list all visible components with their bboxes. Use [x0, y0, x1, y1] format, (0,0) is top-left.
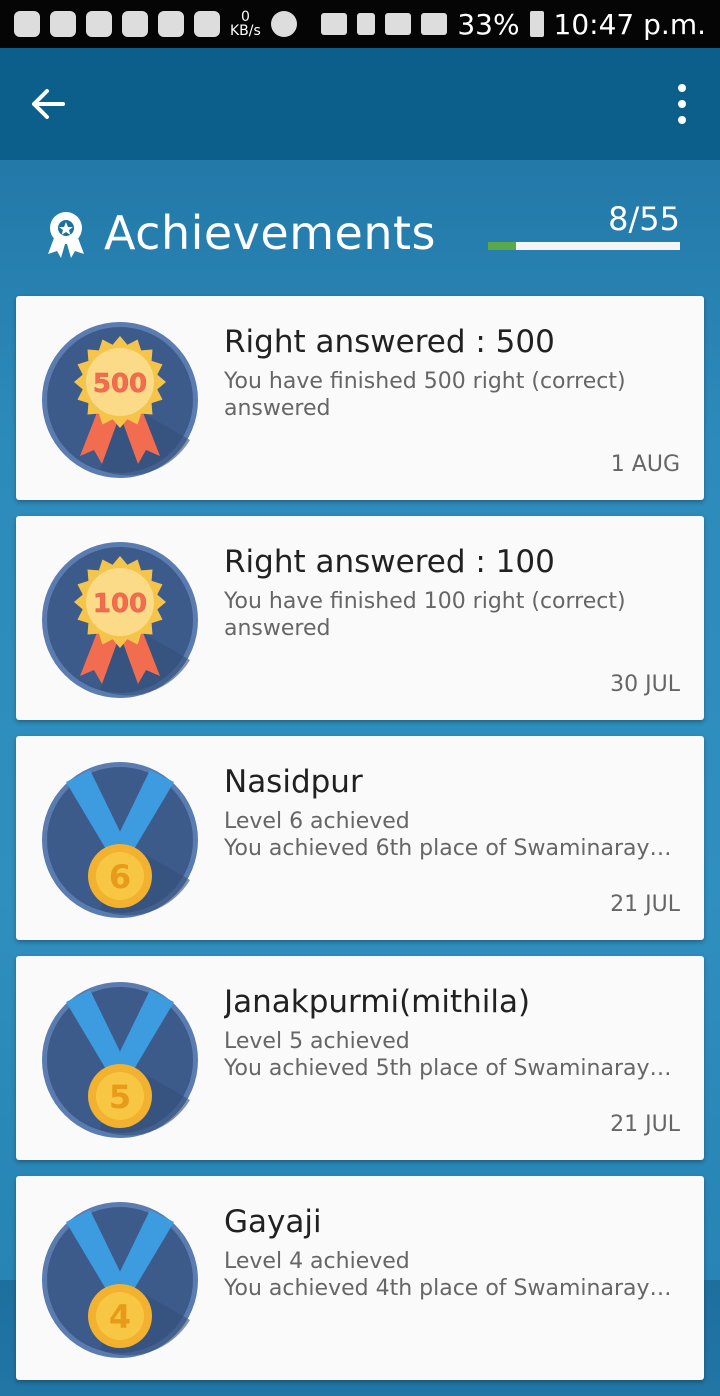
notification-icons: 0 KB/s	[14, 10, 297, 38]
achievement-card[interactable]: 6 Nasidpur Level 6 achieved You achieved…	[16, 736, 704, 940]
badge-graphic: 500	[42, 322, 198, 478]
progress-count: 8/55	[608, 200, 680, 238]
achievement-card[interactable]: 100 Right answered : 100 You have finish…	[16, 516, 704, 720]
achievement-title: Gayaji	[224, 1204, 322, 1240]
m-icon	[194, 11, 220, 37]
badge-graphic: 6	[42, 762, 198, 918]
system-status: 33% 10:47 p.m.	[321, 8, 706, 41]
achievement-description: You have finished 100 right (correct) an…	[224, 588, 684, 642]
rosette-500-icon: 500	[40, 320, 200, 480]
app-notification-icon	[86, 11, 112, 37]
app-notification-icon-2	[158, 11, 184, 37]
wifi-icon	[321, 13, 348, 35]
battery-percent: 33%	[457, 7, 520, 41]
more-vert-icon	[678, 84, 686, 92]
badge-text: 4	[109, 1298, 131, 1336]
description-line-2: You achieved 6th place of Swaminarayan…	[224, 836, 684, 861]
achievement-title: Right answered : 500	[224, 324, 555, 360]
achievement-date: 30 JUL	[610, 672, 680, 697]
achievement-date: 21 JUL	[610, 1112, 680, 1137]
facebook-icon	[50, 11, 76, 37]
achievement-card[interactable]: 500 Right answered : 500 You have finish…	[16, 296, 704, 500]
description-line-2: You achieved 4th place of Swaminarayan…	[224, 1276, 684, 1301]
badge-text: 6	[109, 858, 131, 896]
description-line-1: Level 5 achieved	[224, 1029, 410, 1054]
achievement-date: 21 JUL	[610, 892, 680, 917]
signal-icon-2	[421, 13, 448, 35]
back-button[interactable]	[18, 78, 78, 130]
achievement-description: You have finished 500 right (correct) an…	[224, 368, 684, 422]
medal-5-icon: 5	[40, 980, 200, 1140]
fan-icon	[270, 11, 297, 37]
overflow-menu-button[interactable]	[668, 84, 696, 124]
achievement-list[interactable]: 500 Right answered : 500 You have finish…	[16, 296, 704, 1396]
battery-icon	[529, 11, 544, 37]
badge-text: 100	[93, 589, 147, 619]
description-line-1: Level 6 achieved	[224, 809, 410, 834]
badge-graphic: 100	[42, 542, 198, 698]
badge-graphic: 5	[42, 982, 198, 1138]
net-speed: 0 KB/s	[230, 9, 261, 39]
achievement-description: Level 4 achieved You achieved 4th place …	[224, 1248, 684, 1302]
description-line-1: You have finished 100 right (correct)	[224, 589, 626, 614]
achievement-title: Right answered : 100	[224, 544, 555, 580]
tag-icon	[122, 11, 148, 37]
message-icon	[14, 11, 40, 37]
achievement-description: Level 6 achieved You achieved 6th place …	[224, 808, 684, 862]
award-ribbon-icon	[48, 212, 84, 258]
achievement-title: Janakpurmi(mithila)	[224, 984, 531, 1020]
achievement-date: 1 AUG	[610, 452, 680, 477]
arrow-back-icon	[32, 89, 65, 119]
description-line-2: You achieved 5th place of Swaminarayan…	[224, 1056, 684, 1081]
progress-bar	[488, 242, 680, 250]
badge-text: 500	[93, 369, 147, 399]
sim-icon	[357, 13, 376, 35]
clock: 10:47 p.m.	[553, 7, 706, 41]
medal-4-icon: 4	[40, 1200, 200, 1360]
status-bar: 0 KB/s 33% 10:47 p.m.	[0, 0, 720, 48]
achievements-header: Achievements 8/55	[0, 160, 720, 300]
description-line-1: You have finished 500 right (correct)	[224, 369, 626, 394]
progress-fill	[488, 242, 516, 250]
badge-text: 5	[109, 1078, 131, 1116]
app-bar	[0, 48, 720, 160]
achievement-card[interactable]: 4 Gayaji Level 4 achieved You achieved 4…	[16, 1176, 704, 1380]
description-line-2: answered	[224, 616, 331, 641]
medal-6-icon: 6	[40, 760, 200, 920]
achievement-title: Nasidpur	[224, 764, 363, 800]
signal-icon	[385, 13, 412, 35]
description-line-2: answered	[224, 396, 331, 421]
description-line-1: Level 4 achieved	[224, 1249, 410, 1274]
achievement-card[interactable]: 5 Janakpurmi(mithila) Level 5 achieved Y…	[16, 956, 704, 1160]
page-title: Achievements	[104, 206, 436, 260]
badge-graphic: 4	[42, 1202, 198, 1358]
rosette-100-icon: 100	[40, 540, 200, 700]
achievement-description: Level 5 achieved You achieved 5th place …	[224, 1028, 684, 1082]
